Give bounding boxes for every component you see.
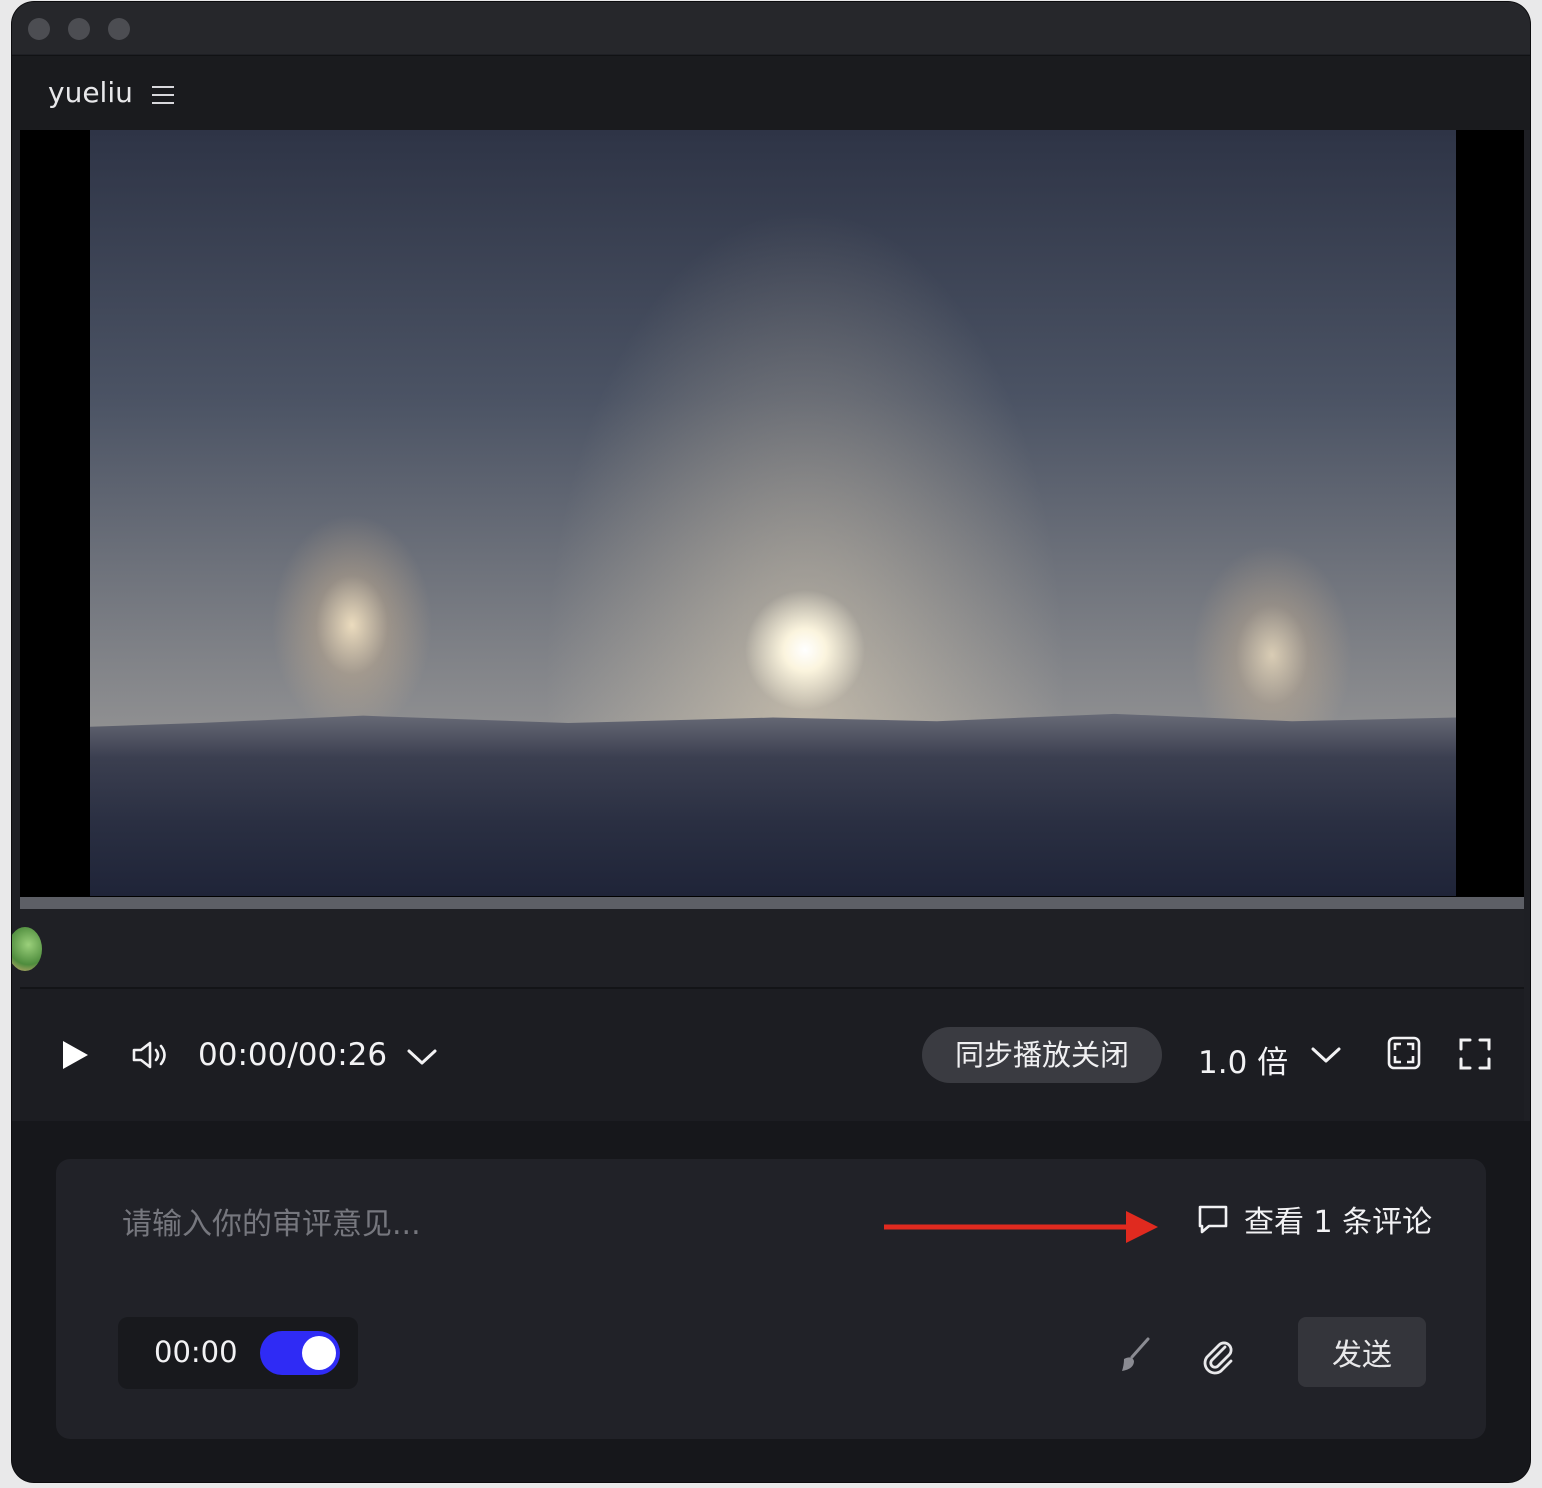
sync-playback-button[interactable]: 同步播放关闭 [922,1027,1162,1083]
menu-icon[interactable] [152,86,174,104]
play-icon[interactable] [60,1039,90,1071]
playback-speed[interactable]: 1.0 倍 [1198,1037,1288,1082]
timestamp-value: 00:00 [154,1335,238,1369]
view-comments-label: 查看 1 条评论 [1244,1205,1433,1240]
view-comments-link[interactable]: 查看 1 条评论 [1196,1197,1432,1241]
brush-icon[interactable] [1114,1335,1154,1375]
title-bar [12,2,1530,54]
comment-input[interactable]: 请输入你的审评意见... [122,1199,421,1243]
chevron-down-icon[interactable] [406,1047,438,1067]
progress-bar[interactable] [20,897,1524,909]
close-window-button[interactable] [28,18,50,40]
annotation-arrow [884,1211,1158,1243]
volume-icon[interactable] [130,1039,172,1071]
minimize-window-button[interactable] [68,18,90,40]
send-button[interactable]: 发送 [1298,1317,1426,1387]
video-stage [20,130,1524,897]
fullscreen-icon[interactable] [1458,1037,1492,1071]
comment-marker-lane [12,909,1524,989]
app-window: yueliu 00:00/00:26 同步播放关闭 1.0 倍 请输入你的审评意… [12,2,1530,1482]
timestamp-control: 00:00 [118,1317,358,1389]
comment-composer[interactable]: 请输入你的审评意见... 查看 1 条评论 00:00 发送 [56,1159,1486,1439]
review-panel: 请输入你的审评意见... 查看 1 条评论 00:00 发送 [12,1121,1530,1482]
timestamp-toggle[interactable] [260,1331,340,1375]
video-ground-layer [90,713,1456,896]
zoom-window-button[interactable] [108,18,130,40]
avatar[interactable] [12,927,42,971]
app-name: yueliu [48,76,133,109]
paperclip-icon[interactable] [1198,1335,1238,1375]
timecode: 00:00/00:26 [198,1037,388,1073]
video-frame[interactable] [90,130,1456,896]
fit-screen-icon[interactable] [1386,1035,1422,1071]
app-header: yueliu [12,55,1530,130]
toggle-knob [302,1336,336,1370]
player-controls: 00:00/00:26 同步播放关闭 1.0 倍 [20,989,1524,1121]
comment-icon [1198,1205,1228,1234]
speed-chevron-down-icon[interactable] [1310,1045,1342,1065]
